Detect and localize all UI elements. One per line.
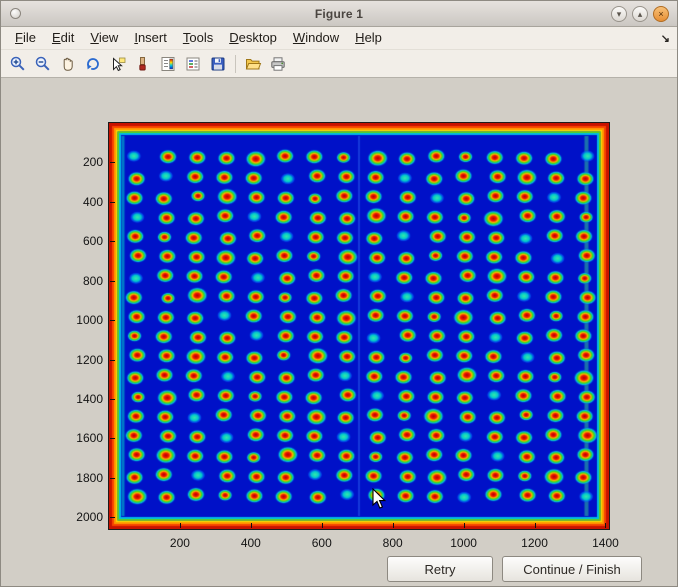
x-tick-label: 1200 bbox=[521, 536, 548, 550]
y-tick-label: 400 bbox=[57, 195, 103, 209]
y-tick-label: 1800 bbox=[57, 471, 103, 485]
open-file-button[interactable] bbox=[241, 52, 265, 76]
pan-button[interactable] bbox=[56, 52, 80, 76]
open-folder-icon bbox=[244, 55, 262, 73]
zoom-out-icon bbox=[34, 55, 52, 73]
window-title: Figure 1 bbox=[1, 7, 677, 21]
x-tick-mark bbox=[464, 523, 465, 528]
save-icon bbox=[209, 55, 227, 73]
maximize-button[interactable]: ▴ bbox=[632, 6, 648, 22]
window-controls: ▾ ▴ × bbox=[611, 6, 669, 22]
figure-image[interactable] bbox=[109, 123, 609, 529]
y-tick-mark bbox=[110, 202, 115, 203]
mouse-cursor bbox=[372, 488, 388, 510]
toolbar-separator bbox=[235, 55, 236, 73]
rotate-3d-button[interactable] bbox=[81, 52, 105, 76]
x-tick-label: 600 bbox=[312, 536, 332, 550]
y-tick-label: 200 bbox=[57, 155, 103, 169]
x-tick-label: 200 bbox=[170, 536, 190, 550]
y-tick-label: 600 bbox=[57, 234, 103, 248]
y-tick-label: 1200 bbox=[57, 353, 103, 367]
legend-icon bbox=[184, 55, 202, 73]
x-tick-mark bbox=[180, 523, 181, 528]
y-tick-label: 800 bbox=[57, 274, 103, 288]
y-tick-mark bbox=[110, 241, 115, 242]
y-tick-mark bbox=[110, 360, 115, 361]
menu-item-file[interactable]: File bbox=[7, 28, 44, 48]
menu-item-edit[interactable]: Edit bbox=[44, 28, 82, 48]
minimize-button[interactable]: ▾ bbox=[611, 6, 627, 22]
y-tick-label: 2000 bbox=[57, 510, 103, 524]
figure-window: Figure 1 ▾ ▴ × ↘ FileEditViewInsertTools… bbox=[0, 0, 678, 587]
x-tick-label: 800 bbox=[383, 536, 403, 550]
y-tick-mark bbox=[110, 438, 115, 439]
x-tick-mark bbox=[605, 523, 606, 528]
close-button[interactable]: × bbox=[653, 6, 669, 22]
y-tick-label: 1000 bbox=[57, 313, 103, 327]
zoom-in-button[interactable] bbox=[6, 52, 30, 76]
zoom-out-button[interactable] bbox=[31, 52, 55, 76]
y-tick-label: 1600 bbox=[57, 431, 103, 445]
menu-item-insert[interactable]: Insert bbox=[126, 28, 175, 48]
x-tick-mark bbox=[322, 523, 323, 528]
brush-button[interactable] bbox=[131, 52, 155, 76]
insert-legend-button[interactable] bbox=[181, 52, 205, 76]
y-tick-mark bbox=[110, 320, 115, 321]
menu-item-help[interactable]: Help bbox=[347, 28, 390, 48]
figure-client-area: 200 400 600 800 1000 1200 1400 1600 1800 2000 200 4… bbox=[1, 79, 677, 586]
menu-item-tools[interactable]: Tools bbox=[175, 28, 221, 48]
menu-item-desktop[interactable]: Desktop bbox=[221, 28, 285, 48]
toolbar bbox=[1, 50, 677, 78]
y-tick-mark bbox=[110, 162, 115, 163]
pan-hand-icon bbox=[59, 55, 77, 73]
data-cursor-button[interactable] bbox=[106, 52, 130, 76]
colorbar-icon bbox=[159, 55, 177, 73]
y-tick-mark bbox=[110, 399, 115, 400]
menu-item-view[interactable]: View bbox=[82, 28, 126, 48]
continue-finish-button[interactable]: Continue / Finish bbox=[502, 556, 642, 582]
save-figure-button[interactable] bbox=[206, 52, 230, 76]
x-tick-label: 400 bbox=[241, 536, 261, 550]
plot-container: 2004006008001000120014001600180020002004… bbox=[109, 123, 609, 529]
insert-colorbar-button[interactable] bbox=[156, 52, 180, 76]
menu-item-window[interactable]: Window bbox=[285, 28, 347, 48]
dock-figure-icon[interactable]: ↘ bbox=[661, 32, 670, 45]
x-tick-label: 1000 bbox=[450, 536, 477, 550]
zoom-in-icon bbox=[9, 55, 27, 73]
printer-icon bbox=[269, 55, 287, 73]
rotate-3d-icon bbox=[84, 55, 102, 73]
x-tick-mark bbox=[393, 523, 394, 528]
y-tick-label: 1400 bbox=[57, 392, 103, 406]
brush-icon bbox=[134, 55, 152, 73]
x-tick-mark bbox=[251, 523, 252, 528]
y-tick-mark bbox=[110, 281, 115, 282]
x-tick-label: 1400 bbox=[592, 536, 619, 550]
data-cursor-icon bbox=[109, 55, 127, 73]
window-titlebar[interactable]: Figure 1 ▾ ▴ × bbox=[1, 1, 677, 27]
print-figure-button[interactable] bbox=[266, 52, 290, 76]
y-tick-mark bbox=[110, 517, 115, 518]
retry-button[interactable]: Retry bbox=[387, 556, 493, 582]
x-tick-mark bbox=[535, 523, 536, 528]
menu-bar: ↘ FileEditViewInsertToolsDesktopWindowHe… bbox=[1, 27, 677, 50]
y-tick-mark bbox=[110, 478, 115, 479]
